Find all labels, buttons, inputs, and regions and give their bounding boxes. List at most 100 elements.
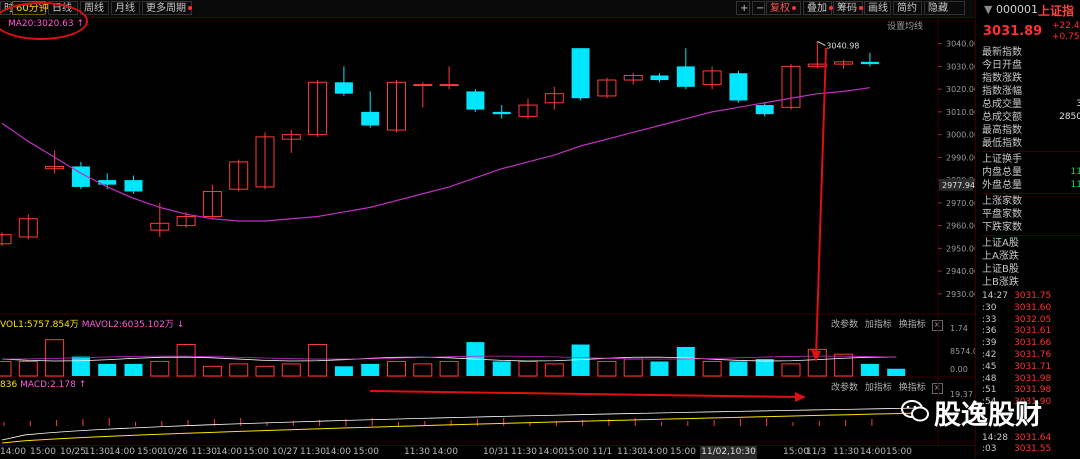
x-axis-label: 15:00 xyxy=(137,447,163,457)
wechat-icon xyxy=(901,400,929,422)
max-pointer xyxy=(817,40,826,46)
quote-row-label: 上A涨跌 xyxy=(982,251,1019,262)
watermark-text: 股逸股财 xyxy=(934,400,1042,431)
quote-row: 外盘总量 11 xyxy=(982,179,1080,192)
quote-row-value: 11 xyxy=(1070,167,1080,177)
volume-tick-label: 1.74 xyxy=(950,324,968,333)
quote-row-label: 指数涨幅 xyxy=(982,86,1022,97)
volume-bar-up xyxy=(229,363,249,377)
volume-bar-up xyxy=(518,360,538,377)
x-axis-label: 11:30 xyxy=(191,447,217,457)
tick-row: :45 3031.71 xyxy=(982,362,1080,374)
price-tick-label: 3040.00 xyxy=(946,40,975,49)
price-tick-label: 2950.00 xyxy=(946,244,975,253)
volume-bar-down xyxy=(361,363,380,376)
candle-body-down xyxy=(729,73,748,101)
volume-bar-down xyxy=(729,361,748,376)
tick-time: :36 xyxy=(982,326,997,337)
tick-time: :45 xyxy=(982,361,997,372)
tick-price: 3032.05 xyxy=(1014,314,1052,325)
tick-row: 14:28 3031.64 xyxy=(982,433,1080,445)
quote-row-label: 总成交额 xyxy=(982,112,1022,123)
x-axis-label: 11:30 xyxy=(617,447,643,457)
candle-body-down xyxy=(334,82,353,94)
volume-bar-down xyxy=(650,361,669,376)
tick-time: 14:27 xyxy=(982,291,1008,301)
price-tag-label: 2977.94 xyxy=(942,181,975,190)
quote-panel: ▼ 000001 上证指 3031.89 +22.4 +0.75 最新指数 今日开… xyxy=(975,0,1080,458)
tick-row: :30 3031.60 xyxy=(982,303,1080,315)
tick-price: 3031.55 xyxy=(1014,444,1052,455)
quote-row: 上B涨跌 xyxy=(982,276,1080,289)
tick-row: :36 3031.61 xyxy=(982,326,1080,338)
volume-bar-down xyxy=(124,363,143,376)
x-axis-label: 11/3 xyxy=(806,447,827,457)
tick-time: :33 xyxy=(982,314,997,325)
annotation-arrowhead xyxy=(795,392,806,402)
candle-body-down xyxy=(361,111,380,126)
x-axis-label: 14:00 xyxy=(216,447,242,457)
x-axis-label: 14:00 xyxy=(325,447,351,457)
candle-body-down xyxy=(492,111,511,115)
tick-price: 3031.76 xyxy=(1014,349,1052,360)
symbol-name: 上证指 xyxy=(1038,4,1075,18)
quote-row: 上证B股 xyxy=(982,263,1080,276)
x-axis-label: 11:30 xyxy=(404,447,430,457)
volume-bar-down xyxy=(755,359,774,376)
x-axis-label: 11/1 xyxy=(592,447,613,457)
tick-price: 3031.60 xyxy=(1014,302,1052,313)
quote-row: 最低指数 xyxy=(982,137,1080,150)
volume-bar-up xyxy=(176,344,196,377)
candle-body-down xyxy=(466,91,485,110)
volume-bar-down xyxy=(492,361,511,376)
candle-body-down xyxy=(124,180,143,192)
x-axis-label: 14:00 xyxy=(432,447,458,457)
tick-price: 3031.61 xyxy=(1014,326,1052,337)
volume-bar-up xyxy=(702,360,722,377)
tick-time: 14:28 xyxy=(982,432,1008,443)
symbol-code: ▼ 000001 xyxy=(984,3,1038,16)
max-label: 3040.98 xyxy=(826,41,859,50)
candle-body-down xyxy=(860,61,879,65)
quote-row: 最新指数 xyxy=(982,46,1080,59)
candle-body-down xyxy=(676,66,695,87)
volume-bar-down xyxy=(334,366,353,376)
quote-row-label: 平盘家数 xyxy=(982,209,1022,220)
quote-row-label: 外盘总量 xyxy=(982,180,1022,191)
quote-row: 指数涨跌 xyxy=(982,72,1080,85)
volume-bar-down xyxy=(676,346,695,376)
volume-bar-down xyxy=(71,356,90,376)
quote-row-label: 下跌家数 xyxy=(982,222,1022,233)
kline-chart[interactable]: 3040.00 3030.00 3020.00 3010.00 3000.00 2990.… xyxy=(0,0,975,445)
quote-row: 总成交额 2850 xyxy=(982,111,1080,124)
tick-row: :48 3031.98 xyxy=(982,374,1080,386)
price-tick-label: 3000.00 xyxy=(946,131,975,140)
x-axis-label: 10/26 xyxy=(162,447,188,457)
tick-price: 3031.71 xyxy=(1014,361,1052,372)
tick-time: :48 xyxy=(982,373,997,384)
price-tick-label: 2940.00 xyxy=(946,267,975,276)
x-axis-highlight: 11/02,10:30 xyxy=(700,446,757,459)
volume-bar-up xyxy=(623,358,643,377)
price-tick-label: 3020.00 xyxy=(946,85,975,94)
last-price: 3031.89 xyxy=(983,24,1043,39)
volume-bar-up xyxy=(544,363,564,377)
volume-bar-up xyxy=(597,360,617,377)
quote-row-value: 2850 xyxy=(1059,112,1080,122)
annotation-arrow-line xyxy=(369,390,801,398)
quote-row: 上证A股 xyxy=(982,237,1080,250)
candle-body-down xyxy=(650,75,669,81)
volume-bar-up xyxy=(18,360,38,377)
volume-bar-down xyxy=(98,363,117,376)
quote-row-label: 上涨家数 xyxy=(982,196,1022,207)
x-axis-label: 10/27 xyxy=(272,447,298,457)
quote-row-label: 上证B股 xyxy=(982,264,1019,275)
candle-body-up xyxy=(413,84,433,87)
quote-row: 上A涨跌 xyxy=(982,250,1080,263)
tick-row: 14:27 3031.75 xyxy=(982,291,1080,303)
tick-time: :30 xyxy=(982,302,997,313)
x-axis-label: 11:30 xyxy=(833,447,859,457)
quote-row-label: 今日开盘 xyxy=(982,60,1022,71)
volume-bar-up xyxy=(281,363,301,377)
volume-bar-up xyxy=(255,365,275,377)
